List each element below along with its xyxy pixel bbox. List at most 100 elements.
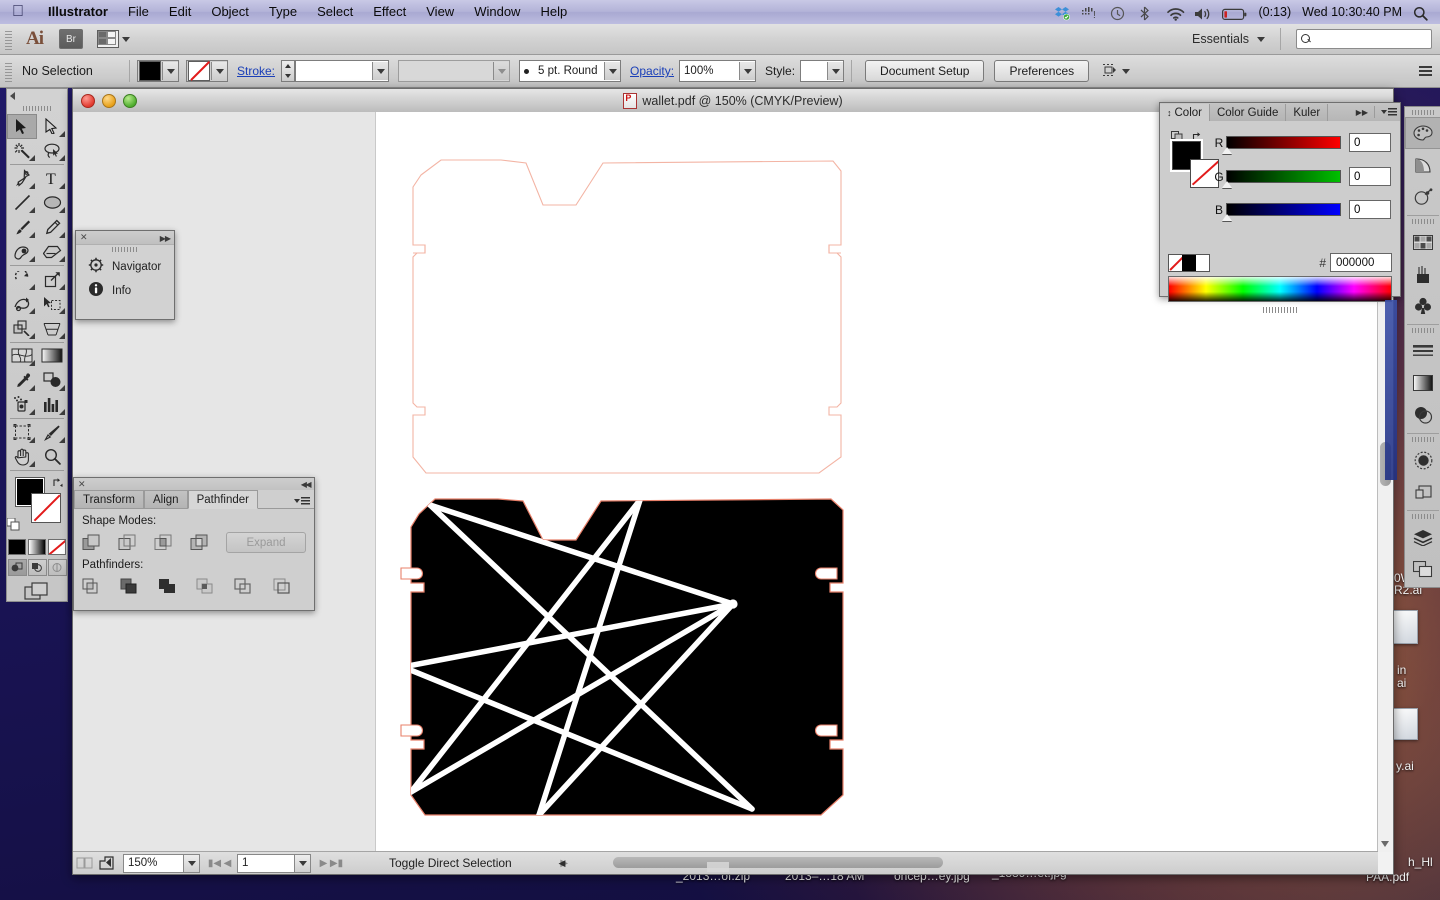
collapse-panel-icon[interactable] [10, 92, 15, 100]
tab-color-guide[interactable]: Color Guide [1209, 104, 1287, 121]
stroke-weight-stepper[interactable] [281, 60, 296, 82]
hand-tool[interactable] [7, 445, 37, 470]
divide-button[interactable] [82, 576, 101, 594]
artboards-panel-icon[interactable] [1405, 553, 1440, 585]
hex-value-field[interactable]: 000000 [1330, 253, 1392, 272]
slider-value-b[interactable]: 0 [1349, 200, 1391, 219]
merge-button[interactable] [158, 576, 177, 594]
next-artboard-icon[interactable]: ▶ [317, 855, 330, 871]
dock-grip[interactable] [1412, 110, 1434, 115]
controlbar-grip[interactable] [4, 60, 13, 82]
desktop-file-icon[interactable] [1390, 610, 1418, 644]
arrange-documents-button[interactable] [97, 30, 130, 48]
first-artboard-icon[interactable]: ▮◀ [208, 855, 221, 871]
selection-tool[interactable] [7, 114, 37, 139]
gradient-tool[interactable] [37, 344, 67, 369]
artboard-number-field[interactable]: 1 [237, 853, 295, 873]
desktop-file-label[interactable]: y.ai [1396, 759, 1414, 773]
symbol-sprayer-tool[interactable] [7, 393, 37, 418]
pathfinder-panel-header[interactable]: ✕ ◀◀ [74, 478, 314, 490]
color-fill-mode-button[interactable] [8, 539, 26, 555]
align-to-pixel-grid-icon[interactable] [1101, 63, 1118, 80]
chevron-down-icon[interactable] [739, 62, 756, 80]
dock-grip[interactable] [1412, 514, 1434, 519]
panel-menu-icon[interactable] [1381, 108, 1397, 116]
zoom-level-dropdown[interactable] [184, 853, 200, 873]
column-graph-tool[interactable] [37, 393, 67, 418]
time-machine-icon[interactable] [1110, 5, 1127, 20]
pen-tool[interactable] [7, 166, 37, 191]
slider-value-r[interactable]: 0 [1349, 133, 1391, 152]
paintbrush-tool[interactable] [7, 215, 37, 240]
help-search-input[interactable] [1296, 29, 1432, 49]
layers-panel-icon[interactable] [1405, 521, 1440, 553]
apple-menu-icon[interactable]:  [12, 4, 24, 20]
screen-mode-button[interactable] [7, 582, 67, 602]
fill-swatch[interactable] [139, 61, 161, 81]
expand-panel-icon[interactable]: ▶▶ [1356, 108, 1368, 117]
outline-button[interactable] [234, 576, 253, 594]
menu-file[interactable]: File [118, 0, 159, 24]
shape-builder-tool[interactable] [7, 316, 37, 341]
wallet-filled-path[interactable] [393, 497, 845, 822]
slice-tool[interactable] [37, 420, 67, 445]
workspace-switcher-label[interactable]: Essentials [1192, 32, 1249, 46]
minus-front-button[interactable] [118, 534, 137, 552]
variable-width-profile-combo[interactable]: 5 pt. Round [519, 60, 622, 82]
menu-effect[interactable]: Effect [363, 0, 416, 24]
mesh-tool[interactable] [7, 344, 37, 369]
desktop-file-label[interactable]: in [1397, 663, 1406, 677]
type-tool[interactable]: T [37, 166, 67, 191]
artboard-number-dropdown[interactable] [295, 853, 311, 873]
menu-illustrator[interactable]: Illustrator [38, 0, 118, 24]
direct-selection-tool[interactable] [37, 114, 67, 139]
stroke-weight-combo[interactable] [295, 60, 390, 82]
close-icon[interactable]: ✕ [80, 233, 88, 242]
chevron-down-icon[interactable] [827, 62, 844, 80]
scale-tool[interactable] [37, 267, 67, 292]
collapse-panel-icon[interactable]: ◀◀ [301, 480, 312, 489]
toolbox-stroke-swatch[interactable] [31, 493, 61, 523]
line-segment-tool[interactable] [7, 191, 37, 216]
transparency-panel-icon[interactable] [1405, 399, 1440, 431]
stroke-color-control[interactable] [186, 60, 228, 82]
draw-behind-button[interactable] [27, 559, 47, 576]
quick-swatch-black[interactable] [1182, 255, 1196, 271]
ellipse-tool[interactable] [37, 191, 67, 216]
battery-icon[interactable] [1221, 5, 1248, 20]
spotlight-search-icon[interactable] [1413, 5, 1430, 21]
minus-back-button[interactable] [272, 576, 291, 594]
desktop-file-label[interactable]: h_Hl [1408, 855, 1433, 869]
dock-grip[interactable] [1412, 328, 1434, 333]
go-to-bridge-button[interactable]: Br [59, 29, 83, 49]
unite-button[interactable] [82, 534, 101, 552]
slider-thumb-g[interactable] [1222, 181, 1232, 188]
eraser-tool[interactable] [37, 240, 67, 265]
opacity-combo[interactable]: 100% [679, 60, 757, 82]
slider-track-g[interactable] [1222, 170, 1341, 188]
menu-edit[interactable]: Edit [159, 0, 201, 24]
crop-button[interactable] [196, 576, 215, 594]
dock-grip[interactable] [1412, 219, 1434, 224]
pencil-tool[interactable] [37, 215, 67, 240]
expand-panel-icon[interactable]: ▶▶ [160, 234, 171, 243]
horizontal-scroll-thumb[interactable] [613, 857, 943, 868]
scroll-left-icon[interactable]: ◀ [556, 853, 568, 873]
menu-window[interactable]: Window [464, 0, 530, 24]
brushes-panel-icon[interactable] [1405, 258, 1440, 290]
magic-wand-tool[interactable] [7, 139, 37, 164]
menu-type[interactable]: Type [259, 0, 307, 24]
chevron-down-icon[interactable] [493, 62, 510, 80]
draw-normal-button[interactable] [7, 559, 27, 576]
status-text[interactable]: Toggle Direct Selection [389, 856, 512, 870]
free-transform-tool[interactable] [37, 292, 67, 317]
color-panel-icon[interactable] [1405, 117, 1440, 149]
slider-thumb-r[interactable] [1222, 147, 1232, 154]
tab-align[interactable]: Align [143, 490, 188, 508]
chevron-down-icon[interactable] [604, 62, 621, 80]
menu-view[interactable]: View [416, 0, 464, 24]
artboard-tool[interactable] [7, 420, 37, 445]
zoom-tool[interactable] [37, 445, 67, 470]
volume-icon[interactable] [1194, 5, 1211, 20]
document-setup-button[interactable]: Document Setup [865, 60, 985, 82]
